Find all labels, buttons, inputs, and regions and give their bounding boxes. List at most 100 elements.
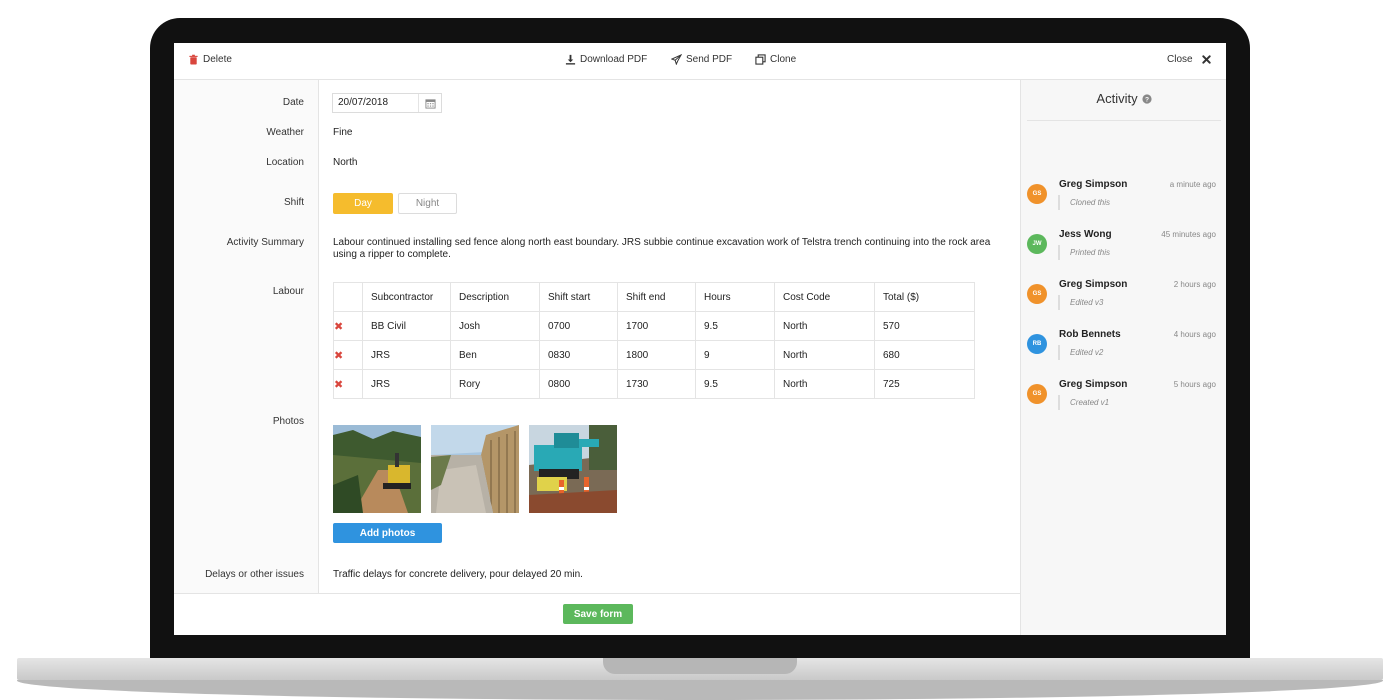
activity-summary-label: Activity Summary — [226, 237, 304, 248]
weather-value: Fine — [333, 127, 353, 138]
shift-day-button[interactable]: Day — [333, 193, 393, 214]
photo-thumbnail[interactable] — [333, 425, 421, 513]
table-cell[interactable]: 9.5 — [695, 369, 775, 399]
table-cell[interactable]: Ben — [450, 340, 540, 370]
close-label: Close — [1167, 54, 1193, 65]
photos-label: Photos — [272, 416, 304, 427]
photo-thumbnail[interactable] — [431, 425, 519, 513]
calendar-icon[interactable] — [419, 94, 441, 112]
table-cell[interactable]: 725 — [874, 369, 975, 399]
svg-text:?: ? — [1145, 96, 1149, 103]
activity-time: 45 minutes ago — [1161, 230, 1216, 239]
table-cell[interactable]: 1730 — [617, 369, 696, 399]
close-icon — [1201, 55, 1211, 64]
close-button[interactable]: Close — [1167, 54, 1212, 65]
activity-user-name: Greg Simpson — [1059, 279, 1128, 290]
activity-title: Activity ? — [1021, 91, 1226, 106]
table-header-cost-code: Cost Code — [774, 282, 875, 312]
activity-item: RB Rob Bennets 4 hours ago Edited v2 — [1021, 329, 1226, 384]
table-cell[interactable]: Josh — [450, 311, 540, 341]
table-header-shift-end: Shift end — [617, 282, 696, 312]
table-cell[interactable]: 0800 — [539, 369, 618, 399]
activity-time: 4 hours ago — [1173, 330, 1216, 339]
activity-title-text: Activity — [1096, 91, 1138, 106]
remove-row-icon[interactable]: ✖ — [333, 311, 363, 341]
toolbar: Delete Download PDF Send PDF Clone Close — [174, 43, 1226, 80]
clone-label: Clone — [770, 54, 797, 65]
activity-item: GS Greg Simpson 2 hours ago Edited v3 — [1021, 279, 1226, 334]
app-screen: Delete Download PDF Send PDF Clone Close… — [174, 43, 1226, 635]
activity-item: GS Greg Simpson a minute ago Cloned this — [1021, 179, 1226, 234]
paper-plane-icon — [671, 54, 682, 65]
date-field[interactable]: 20/07/2018 — [332, 93, 442, 113]
location-label: Location — [266, 157, 304, 168]
location-value: North — [333, 157, 358, 168]
table-cell[interactable]: JRS — [362, 340, 451, 370]
avatar: JW — [1027, 234, 1047, 254]
date-value[interactable]: 20/07/2018 — [333, 94, 419, 112]
download-pdf-button[interactable]: Download PDF — [565, 54, 647, 65]
table-header-description: Description — [450, 282, 540, 312]
shift-night-button[interactable]: Night — [398, 193, 457, 214]
table-cell[interactable]: 1800 — [617, 340, 696, 370]
table-cell[interactable]: JRS — [362, 369, 451, 399]
activity-user-name: Greg Simpson — [1059, 179, 1128, 190]
add-photos-button[interactable]: Add photos — [333, 523, 442, 543]
activity-note: Edited v2 — [1058, 345, 1103, 360]
table-cell[interactable]: 680 — [874, 340, 975, 370]
activity-item: GS Greg Simpson 5 hours ago Created v1 — [1021, 379, 1226, 434]
activity-time: 5 hours ago — [1173, 380, 1216, 389]
table-cell[interactable]: North — [774, 369, 875, 399]
activity-user-name: Jess Wong — [1059, 229, 1112, 240]
labour-label: Labour — [272, 286, 304, 297]
activity-time: a minute ago — [1169, 180, 1216, 189]
activity-panel: Activity ? GS Greg Simpson a minute ago … — [1020, 80, 1226, 635]
send-pdf-label: Send PDF — [686, 54, 733, 65]
delete-label: Delete — [203, 54, 232, 65]
table-cell[interactable]: 9.5 — [695, 311, 775, 341]
download-icon — [565, 54, 576, 65]
delete-button[interactable]: Delete — [188, 54, 232, 65]
clone-button[interactable]: Clone — [755, 54, 796, 65]
activity-note: Cloned this — [1058, 195, 1110, 210]
table-cell[interactable]: 570 — [874, 311, 975, 341]
table-header-total: Total ($) — [874, 282, 975, 312]
delays-label: Delays or other issues — [205, 569, 304, 580]
shift-label: Shift — [283, 197, 304, 208]
save-form-button[interactable]: Save form — [563, 604, 633, 624]
table-cell[interactable]: Rory — [450, 369, 540, 399]
activity-item: JW Jess Wong 45 minutes ago Printed this — [1021, 229, 1226, 284]
avatar: GS — [1027, 184, 1047, 204]
date-label: Date — [282, 97, 304, 108]
send-pdf-button[interactable]: Send PDF — [671, 54, 732, 65]
labour-table-header: Subcontractor Description Shift start Sh… — [333, 282, 975, 312]
photo-thumbnail[interactable] — [529, 425, 617, 513]
table-cell[interactable]: North — [774, 311, 875, 341]
avatar: RB — [1027, 334, 1047, 354]
table-cell[interactable]: 0700 — [539, 311, 618, 341]
download-pdf-label: Download PDF — [580, 54, 648, 65]
table-row: ✖ JRS Rory 0800 1730 9.5 North 725 — [333, 369, 975, 399]
remove-row-icon[interactable]: ✖ — [333, 340, 363, 370]
table-header-hours: Hours — [695, 282, 775, 312]
table-cell[interactable]: BB Civil — [362, 311, 451, 341]
activity-divider — [1027, 120, 1221, 121]
table-cell[interactable]: 1700 — [617, 311, 696, 341]
help-icon[interactable]: ? — [1141, 93, 1152, 104]
table-row: ✖ JRS Ben 0830 1800 9 North 680 — [333, 340, 975, 370]
laptop-base-bottom — [17, 680, 1383, 700]
table-cell[interactable]: 0830 — [539, 340, 618, 370]
trash-icon — [189, 54, 198, 65]
table-cell[interactable]: 9 — [695, 340, 775, 370]
activity-note: Created v1 — [1058, 395, 1109, 410]
laptop-notch — [603, 658, 797, 674]
remove-row-icon[interactable]: ✖ — [333, 369, 363, 399]
form-footer: Save form — [174, 593, 1020, 635]
table-row: ✖ BB Civil Josh 0700 1700 9.5 North 570 — [333, 311, 975, 341]
avatar: GS — [1027, 284, 1047, 304]
table-cell[interactable]: North — [774, 340, 875, 370]
clone-icon — [755, 54, 766, 65]
activity-summary-value: Labour continued installing sed fence al… — [333, 237, 991, 260]
labour-table: Subcontractor Description Shift start Sh… — [333, 282, 975, 399]
table-header-blank — [333, 282, 363, 312]
